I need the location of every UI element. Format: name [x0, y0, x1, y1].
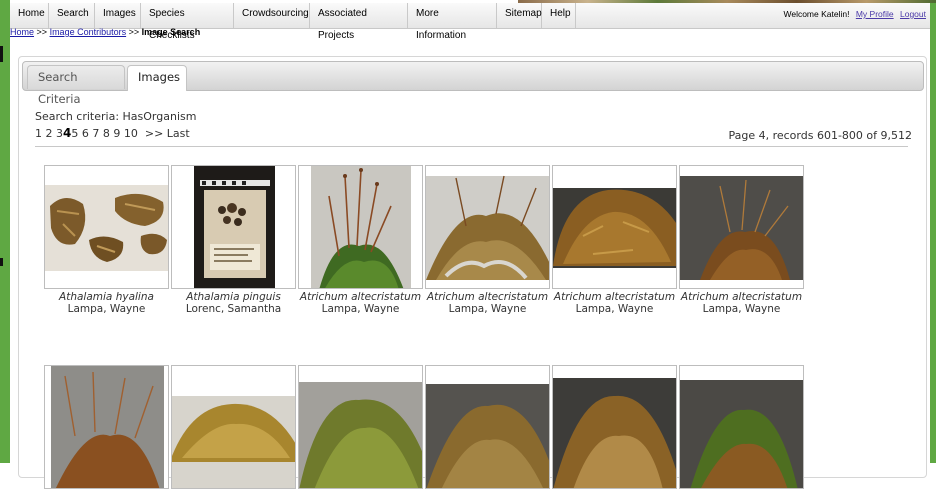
species-name[interactable]: Atrichum altecristatum [296, 291, 425, 303]
thumbnail-caption: Athalamia hyalina Lampa, Wayne [42, 291, 171, 315]
pagination: 1 2 345 6 7 8 9 10 >> Last [35, 126, 190, 140]
nav-home[interactable]: Home [10, 3, 49, 28]
thumbnail-image[interactable] [44, 165, 169, 289]
thumbnail-image[interactable] [171, 365, 296, 489]
divider [35, 146, 908, 147]
breadcrumb-current: Image Search [141, 27, 201, 37]
thumbnail-image[interactable] [44, 365, 169, 489]
thumbnail-caption: Atrichum altecristatum Lampa, Wayne [423, 291, 552, 315]
breadcrumb-sep: >> [128, 27, 140, 37]
left-frame [0, 0, 10, 463]
logout-link[interactable]: Logout [900, 9, 926, 19]
page-link[interactable]: 6 [82, 127, 89, 140]
photographer-name: Lorenc, Samantha [185, 303, 282, 315]
last-page-link[interactable]: Last [167, 127, 190, 140]
welcome-text: Welcome Katelin! [783, 9, 850, 19]
breadcrumb-sep: >> [36, 27, 48, 37]
main-navbar: Home Search Images Species Checklists Cr… [10, 3, 930, 41]
nav-sitemap[interactable]: Sitemap [497, 3, 542, 28]
breadcrumb-home[interactable]: Home [10, 27, 34, 37]
nav-species-checklists[interactable]: Species Checklists [141, 3, 234, 41]
species-name[interactable]: Athalamia pinguis [169, 291, 298, 303]
nav-associated-projects[interactable]: Associated Projects [310, 3, 408, 41]
species-name[interactable]: Atrichum altecristatum [423, 291, 552, 303]
thumbnail-image[interactable] [552, 365, 677, 489]
thumbnail-image[interactable] [171, 165, 296, 289]
thumbnail-caption: Atrichum altecristatum Lampa, Wayne [296, 291, 425, 315]
photographer-name: Lampa, Wayne [575, 303, 654, 315]
photographer-name: Lampa, Wayne [67, 303, 146, 315]
thumbnail-image[interactable] [679, 165, 804, 289]
photographer-name: Lampa, Wayne [321, 303, 400, 315]
photographer-name: Lampa, Wayne [702, 303, 781, 315]
search-criteria-text: Search criteria: HasOrganism [35, 110, 197, 123]
page-link[interactable]: 1 [35, 127, 42, 140]
thumbnail-image[interactable] [679, 365, 804, 489]
thumbnail-image[interactable] [552, 165, 677, 289]
right-frame [930, 0, 936, 463]
thumbnail-caption: Athalamia pinguis Lorenc, Samantha [169, 291, 298, 315]
page-link[interactable]: 3 [56, 127, 63, 140]
nav-crowdsourcing[interactable]: Crowdsourcing [234, 3, 310, 28]
page-link[interactable]: 9 [113, 127, 120, 140]
page-link[interactable]: 10 [124, 127, 138, 140]
species-name[interactable]: Atrichum altecristatum [550, 291, 679, 303]
page-link[interactable]: 5 [71, 127, 78, 140]
results-panel: Search Criteria Images Search criteria: … [18, 56, 927, 489]
thumbnail-image[interactable] [298, 365, 423, 489]
tab-bar: Search Criteria Images [22, 61, 924, 106]
user-welcome: Welcome Katelin! My Profile Logout [783, 3, 926, 25]
page-link[interactable]: 2 [46, 127, 53, 140]
page-link[interactable]: 7 [92, 127, 99, 140]
thumbnail-caption: Atrichum altecristatum Lampa, Wayne [677, 291, 806, 315]
nav-help[interactable]: Help [542, 3, 576, 28]
nav-images[interactable]: Images [95, 3, 141, 28]
breadcrumb-image-contributors[interactable]: Image Contributors [50, 27, 127, 37]
species-name[interactable]: Atrichum altecristatum [677, 291, 806, 303]
photographer-name: Lampa, Wayne [448, 303, 527, 315]
my-profile-link[interactable]: My Profile [856, 9, 894, 19]
thumbnail-image[interactable] [298, 165, 423, 289]
breadcrumb: Home >> Image Contributors >> Image Sear… [10, 27, 200, 37]
page-link[interactable]: 8 [103, 127, 110, 140]
species-name[interactable]: Athalamia hyalina [42, 291, 171, 303]
tab-search-criteria[interactable]: Search Criteria [27, 65, 125, 106]
next-page-link[interactable]: >> [145, 127, 163, 140]
thumbnail-caption: Atrichum altecristatum Lampa, Wayne [550, 291, 679, 315]
thumbnail-image[interactable] [425, 365, 550, 489]
records-count: Page 4, records 601-800 of 9,512 [728, 129, 912, 142]
nav-search[interactable]: Search [49, 3, 95, 28]
nav-more-information[interactable]: More Information [408, 3, 497, 41]
tab-images[interactable]: Images [127, 65, 187, 91]
thumbnail-image[interactable] [425, 165, 550, 289]
